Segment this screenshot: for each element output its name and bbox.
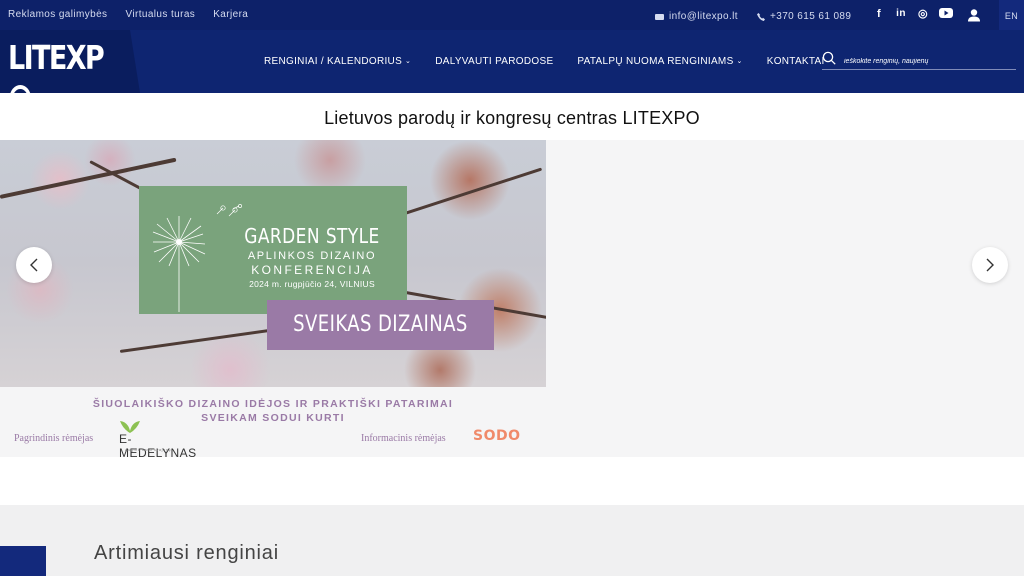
main-sponsor-label: Pagrindinis rėmėjas <box>14 433 94 444</box>
sodo-logo: SODO <box>473 428 521 444</box>
caption-line-1: ŠIUOLAIKIŠKO DIZAINO IDĖJOS IR PRAKTIŠKI… <box>92 398 454 410</box>
nav-label: PATALPŲ NUOMA RENGINIAMS <box>577 56 734 67</box>
event-subtitle-2: KONFERENCIJA <box>251 263 373 277</box>
seeds-icon <box>216 204 242 217</box>
email-link[interactable]: info@litexpo.lt <box>655 11 738 22</box>
nav-label: RENGINIAI / KALENDORIUS <box>264 56 403 67</box>
event-subtitle: APLINKOS DIZAINO <box>247 250 377 262</box>
chat-widget[interactable] <box>0 546 46 576</box>
info-sponsor-label: Informacinis rėmėjas <box>361 433 446 444</box>
medelynas-wordmark: E-MEDELYNAS <box>119 432 197 460</box>
event-badge-text: SVEIKAS DIZAINAS <box>293 312 468 337</box>
chevron-down-icon: ⌄ <box>736 58 743 65</box>
search-input[interactable] <box>844 54 1014 68</box>
main-header: LITEXP RENGINIAI / KALENDORIUS ⌄ DALYVAUT… <box>0 30 1024 93</box>
link-virtual-tour[interactable]: Virtualus turas <box>125 9 195 20</box>
top-bar: Reklamos galimybės Virtualus turas Karje… <box>0 0 1024 30</box>
nav-events-calendar[interactable]: RENGINIAI / KALENDORIUS ⌄ <box>264 56 411 67</box>
language-switch[interactable]: EN <box>999 0 1024 30</box>
event-date: 2024 m. rugpjūčio 24, VILNIUS <box>249 279 375 289</box>
phone-link[interactable]: +370 615 61 089 <box>757 11 851 22</box>
hero-slider: GARDEN STYLE APLINKOS DIZAINO KONFERENCI… <box>0 140 1024 460</box>
nav-venue-rental[interactable]: PATALPŲ NUOMA RENGINIAMS ⌄ <box>577 56 742 67</box>
chevron-down-icon: ⌄ <box>405 58 412 65</box>
medelynas-logo: E-MEDELYNAS Augink savo svajonę <box>117 419 207 460</box>
top-links: Reklamos galimybės Virtualus turas Karje… <box>8 9 248 20</box>
litexpo-logo[interactable]: LITEXP <box>8 38 116 93</box>
mail-icon <box>655 13 664 20</box>
search-icon[interactable] <box>822 51 836 65</box>
dandelion-icon <box>152 216 206 312</box>
user-icon[interactable] <box>967 8 981 22</box>
page-title: Lietuvos parodų ir kongresų centras LITE… <box>324 108 700 128</box>
logo-container[interactable]: LITEXP <box>0 30 140 93</box>
logo-text: LITEXP <box>8 38 105 77</box>
linkedin-icon[interactable]: in <box>895 8 907 20</box>
youtube-icon[interactable] <box>939 8 953 20</box>
slide-caption: ŠIUOLAIKIŠKO DIZAINO IDĖJOS IR PRAKTIŠKI… <box>0 397 546 425</box>
caption-line-2: SVEIKAM SODUI KURTI <box>201 412 345 424</box>
slider-prev-button[interactable] <box>16 247 52 283</box>
phone-text: +370 615 61 089 <box>770 11 852 22</box>
leaf-icon <box>120 421 140 433</box>
link-careers[interactable]: Karjera <box>213 9 248 20</box>
search-box <box>822 51 1016 70</box>
facebook-icon[interactable]: f <box>873 8 885 20</box>
medelynas-tagline: Augink savo svajonę <box>125 447 172 452</box>
social-links: f in ◎ <box>873 8 953 20</box>
event-title: GARDEN STYLE <box>244 224 380 248</box>
chevron-right-icon <box>986 258 994 272</box>
upcoming-events-section: Artimiausi renginiai <box>0 505 1024 576</box>
chevron-left-icon <box>30 258 38 272</box>
event-badge: SVEIKAS DIZAINAS <box>267 300 494 350</box>
main-nav: RENGINIAI / KALENDORIUS ⌄ DALYVAUTI PAROD… <box>264 56 825 67</box>
nav-participate[interactable]: DALYVAUTI PARODOSE <box>435 56 553 67</box>
upcoming-events-title: Artimiausi renginiai <box>94 542 279 564</box>
nav-contacts[interactable]: KONTAKTAI <box>767 56 825 67</box>
email-text: info@litexpo.lt <box>669 11 738 22</box>
slide-image[interactable]: GARDEN STYLE APLINKOS DIZAINO KONFERENCI… <box>0 140 546 387</box>
instagram-icon[interactable]: ◎ <box>917 8 929 20</box>
event-card: GARDEN STYLE APLINKOS DIZAINO KONFERENCI… <box>139 186 407 314</box>
phone-icon <box>757 12 765 21</box>
slider-next-button[interactable] <box>972 247 1008 283</box>
link-advertising[interactable]: Reklamos galimybės <box>8 9 107 20</box>
